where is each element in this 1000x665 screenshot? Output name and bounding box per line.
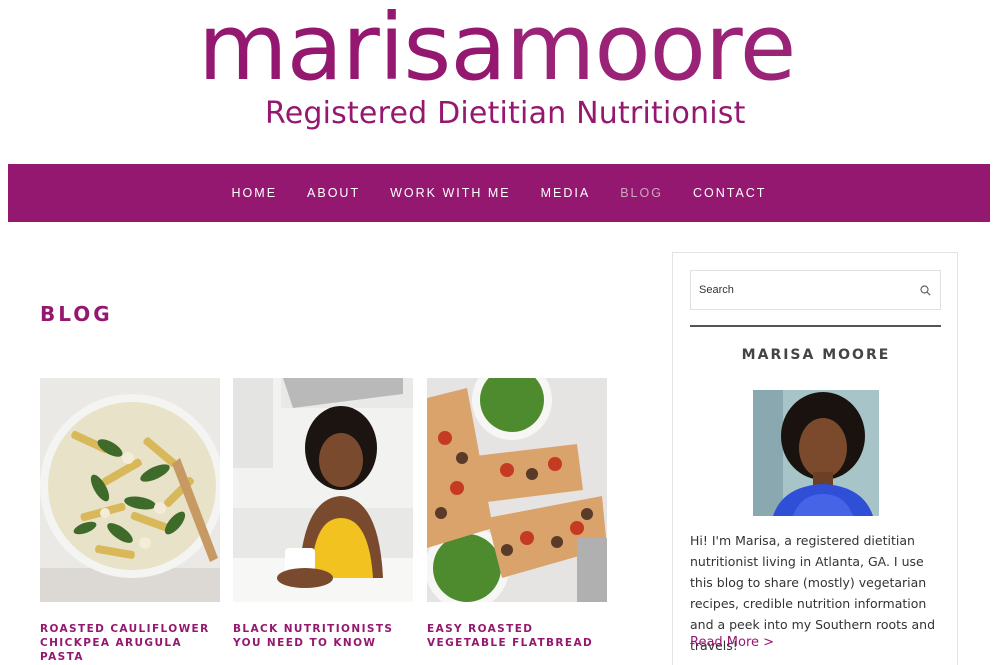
sidebar: MARISA MOORE Hi! I'm Marisa, a registere… xyxy=(672,252,958,665)
site-header: marisamoore Registered Dietitian Nutriti… xyxy=(0,0,1000,160)
site-tagline: Registered Dietitian Nutritionist xyxy=(265,96,746,131)
post-card[interactable]: EASY ROASTED VEGETABLE FLATBREAD xyxy=(427,378,607,650)
post-title[interactable]: EASY ROASTED VEGETABLE FLATBREAD xyxy=(427,622,607,650)
nav-blog[interactable]: BLOG xyxy=(620,186,663,200)
logo-name-last: moore xyxy=(505,0,797,101)
page-title: BLOG xyxy=(40,302,113,326)
logo-name-first: marisa xyxy=(198,0,507,101)
divider xyxy=(690,325,941,327)
flatbread-photo[interactable] xyxy=(427,378,607,602)
post-title[interactable]: BLACK NUTRITIONISTS YOU NEED TO KNOW xyxy=(233,622,413,650)
nav-about[interactable]: ABOUT xyxy=(307,186,360,200)
post-card[interactable]: ROASTED CAULIFLOWER CHICKPEA ARUGULA PAS… xyxy=(40,378,220,664)
woman-in-kitchen-photo[interactable] xyxy=(233,378,413,602)
nav-contact[interactable]: CONTACT xyxy=(693,186,767,200)
post-card[interactable]: BLACK NUTRITIONISTS YOU NEED TO KNOW xyxy=(233,378,413,650)
nav-home[interactable]: HOME xyxy=(232,186,278,200)
nav-work-with-me[interactable]: WORK WITH ME xyxy=(390,186,511,200)
sidebar-heading: MARISA MOORE xyxy=(741,347,891,363)
read-more-link[interactable]: Read More > xyxy=(690,635,774,650)
profile-photo xyxy=(753,390,879,516)
search-input[interactable] xyxy=(699,284,910,296)
search-form xyxy=(690,270,941,310)
main-nav: HOME ABOUT WORK WITH ME MEDIA BLOG CONTA… xyxy=(8,164,990,222)
nav-media[interactable]: MEDIA xyxy=(541,186,591,200)
post-title[interactable]: ROASTED CAULIFLOWER CHICKPEA ARUGULA PAS… xyxy=(40,622,220,664)
search-icon[interactable] xyxy=(910,271,940,309)
site-logo[interactable]: marisamoore xyxy=(198,2,798,94)
pasta-bowl-photo[interactable] xyxy=(40,378,220,602)
